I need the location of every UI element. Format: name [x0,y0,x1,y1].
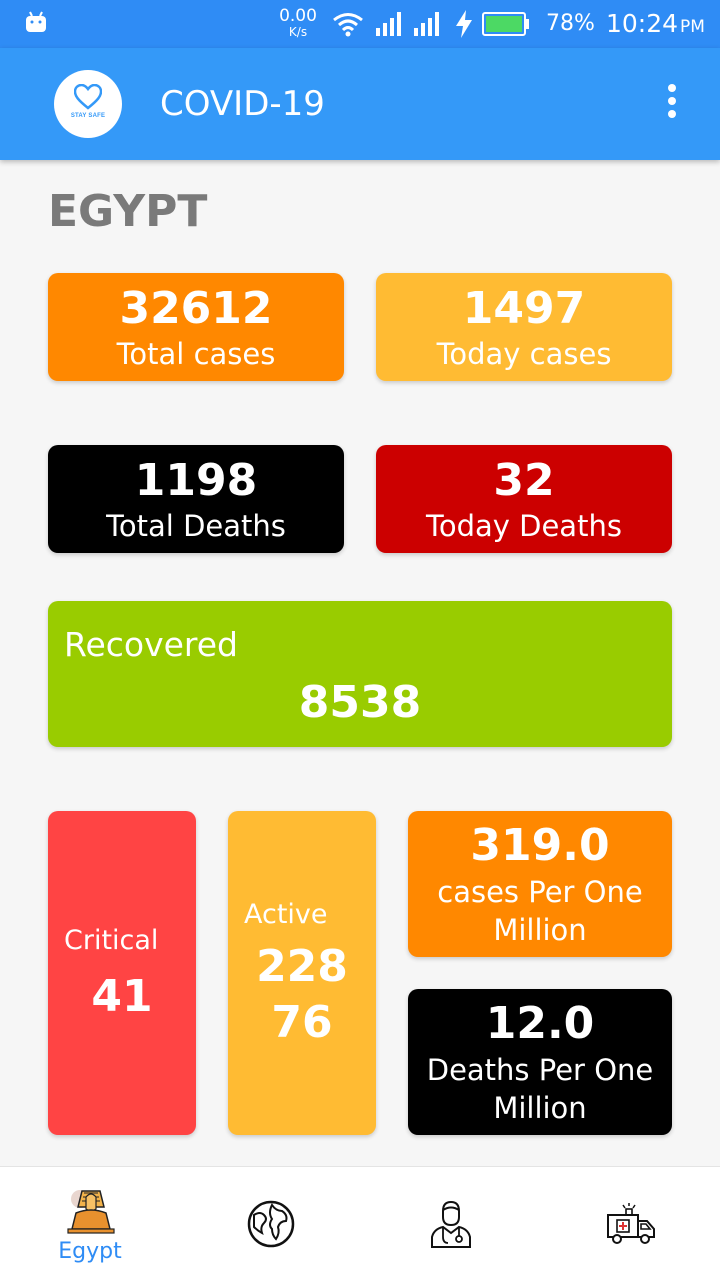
total-cases-card: 32612 Total cases [48,273,344,381]
logo-text: STAY SAFE [70,113,106,119]
total-deaths-label: Total Deaths [106,509,286,543]
ambulance-icon [607,1203,655,1244]
clock: 10:24 PM [606,9,705,38]
total-deaths-value: 1198 [134,455,258,506]
battery-icon [482,12,529,36]
wifi-icon [333,13,363,37]
doctor-icon [431,1200,471,1248]
stay-safe-logo: STAY SAFE [54,70,122,138]
active-card: Active 22876 [228,811,376,1135]
country-title: EGYPT [48,186,208,237]
deaths-per-million-value: 12.0 [485,998,595,1049]
clock-time: 10:24 [606,9,679,38]
network-speed-unit: K/s [288,25,308,39]
clock-ampm: PM [680,17,705,37]
cases-per-million-card: 319.0 cases Per One Million [408,811,672,957]
total-deaths-card: 1198 Total Deaths [48,445,344,553]
signal-icon [414,12,439,36]
recovered-card: Recovered 8538 [48,601,672,747]
app-bar: STAY SAFE COVID-19 [0,48,720,160]
today-deaths-label: Today Deaths [426,509,622,543]
active-label: Active [244,899,328,930]
signal-icon [376,12,401,36]
nav-label-egypt: Egypt [58,1239,122,1264]
app-title: COVID-19 [160,84,325,124]
nav-item-doctor[interactable] [360,1167,540,1280]
active-value: 22876 [256,941,348,1048]
android-icon [26,11,46,32]
network-speed: 0.00 K/s [276,6,320,39]
total-cases-label: Total cases [116,337,276,371]
today-cases-card: 1497 Today cases [376,273,672,381]
status-bar: 0.00 K/s 78% 10:24 PM [0,0,720,48]
critical-label: Critical [64,925,159,956]
today-deaths-value: 32 [493,455,555,506]
globe-icon [247,1200,295,1248]
cases-per-million-value: 319.0 [470,820,610,871]
sphinx-icon [67,1190,115,1234]
total-cases-value: 32612 [119,283,273,334]
today-cases-value: 1497 [462,283,586,334]
nav-item-ambulance[interactable] [540,1167,720,1280]
critical-card: Critical 41 [48,811,196,1135]
cases-per-million-label: cases Per One Million [437,875,643,947]
nav-item-egypt[interactable]: Egypt [0,1167,180,1280]
recovered-value: 8538 [298,677,422,728]
recovered-label: Recovered [64,625,239,664]
today-cases-label: Today cases [436,337,612,371]
nav-item-world[interactable] [180,1167,360,1280]
deaths-per-million-label: Deaths Per One Million [426,1053,654,1125]
heart-icon [74,84,102,110]
charging-icon [456,10,472,38]
deaths-per-million-card: 12.0 Deaths Per One Million [408,989,672,1135]
bottom-navigation: Egypt [0,1166,720,1280]
battery-percent: 78% [546,11,595,36]
critical-value: 41 [91,971,153,1022]
more-vertical-icon[interactable] [660,84,684,124]
network-speed-value: 0.00 [279,6,317,26]
today-deaths-card: 32 Today Deaths [376,445,672,553]
